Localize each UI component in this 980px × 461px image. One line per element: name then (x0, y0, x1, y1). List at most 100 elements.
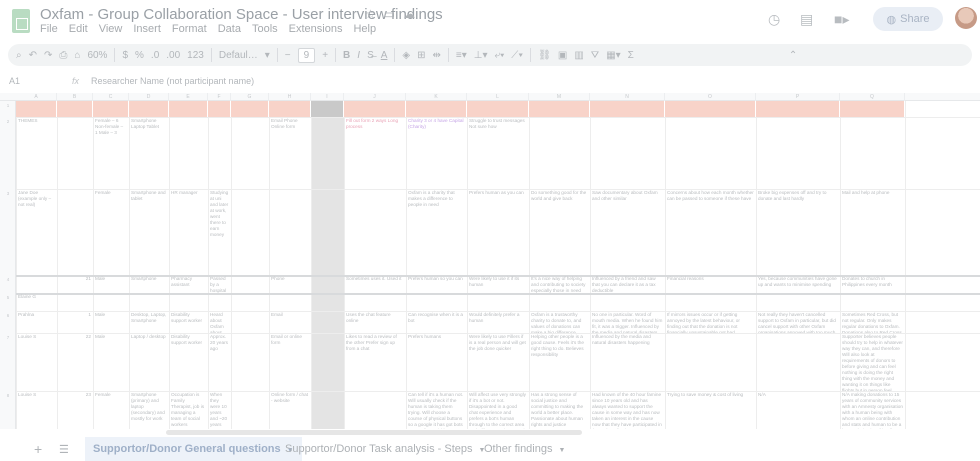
text-color-icon[interactable]: A (381, 50, 388, 61)
table-cell[interactable]: Broke big expenses off and try to donate… (756, 189, 840, 275)
percent-format-button[interactable]: % (135, 50, 144, 61)
decrease-decimals-button[interactable]: .0 (151, 50, 159, 61)
header-cell[interactable] (311, 101, 344, 117)
header-cell[interactable] (231, 101, 269, 117)
undo-icon[interactable]: ↶ (29, 50, 37, 61)
spreadsheet-grid[interactable]: ABCDEFGHIJKLMNOPQ 1 2 THEMES Female – 6 Non… (0, 93, 980, 429)
table-cell[interactable]: Laptop / desktop (129, 333, 169, 391)
table-cell[interactable]: Oxfam is a charity that makes a differen… (406, 189, 467, 275)
header-cell[interactable] (406, 101, 467, 117)
menu-icon[interactable]: ☰ (59, 443, 69, 456)
table-cell[interactable]: Were likely to use it if its human (467, 275, 529, 293)
header-cell[interactable] (590, 101, 665, 117)
column-header[interactable]: B (57, 93, 93, 101)
table-cell[interactable]: N/A (756, 391, 840, 429)
header-cell[interactable] (756, 101, 840, 117)
header-cell[interactable] (208, 101, 231, 117)
table-cell[interactable]: Not really they haven't cancelled suppor… (756, 311, 840, 333)
name-box[interactable]: A1 (9, 76, 20, 86)
paint-format-icon[interactable]: ⌂ (74, 50, 80, 61)
strikethrough-icon[interactable]: S̶ (367, 50, 374, 61)
horizontal-scrollbar[interactable] (166, 430, 582, 435)
font-size-decrease-button[interactable]: − (285, 50, 291, 61)
move-folder-icon[interactable]: ▭ (384, 7, 395, 21)
table-cell[interactable]: Financial reasons (665, 275, 756, 293)
header-cell[interactable] (169, 101, 208, 117)
table-cell[interactable]: Smartphone (129, 275, 169, 293)
menu-file[interactable]: File (40, 23, 58, 35)
formula-input[interactable]: Researcher Name (not participant name) (91, 76, 254, 86)
row-number[interactable]: 4 (0, 277, 16, 282)
column-header[interactable]: Q (840, 93, 905, 101)
star-icon[interactable]: ☆ (365, 7, 376, 21)
table-cell[interactable] (756, 333, 840, 391)
row-number[interactable]: 7 (0, 335, 16, 340)
table-cell[interactable]: If mirrors issues occur or if getting an… (665, 311, 756, 333)
header-cell[interactable] (16, 101, 57, 117)
table-cell[interactable]: Smartphone (primary) and laptop (seconda… (129, 391, 169, 429)
table-cell[interactable]: Do something good for the world and give… (529, 189, 590, 275)
table-cell[interactable]: 23 (57, 391, 93, 429)
table-cell[interactable]: Passed by a hospital and Oxfam (208, 275, 231, 293)
functions-icon[interactable]: Σ (628, 50, 634, 61)
sheets-logo-icon[interactable] (12, 9, 30, 33)
table-cell[interactable]: Smartphone and tablet (129, 189, 169, 275)
table-cell[interactable]: When they were 10 years and ~20 years ag… (208, 391, 231, 429)
table-cell[interactable]: Male (93, 333, 129, 391)
header-cell[interactable] (344, 101, 406, 117)
merge-cells-icon[interactable]: ⇹ (433, 50, 441, 61)
version-history-icon[interactable]: ◷ (768, 11, 780, 28)
table-cell[interactable]: Sometimes Red Cross, but not regular. On… (840, 311, 905, 333)
table-cell[interactable]: Can recognise when it is a bot (406, 311, 467, 333)
table-cell[interactable]: Concerns about how each month whether ca… (665, 189, 756, 275)
column-header[interactable]: G (231, 93, 269, 101)
menu-view[interactable]: View (99, 23, 123, 35)
table-cell[interactable]: Heard about Oxfam about Oxfam (208, 311, 231, 333)
insert-comment-icon[interactable]: ▣ (558, 50, 567, 61)
table-cell[interactable]: Yes, because communities have gone up an… (756, 275, 840, 293)
sheet-tab-task-analysis[interactable]: Supportor/Donor Task analysis - Steps ▼ (277, 437, 493, 461)
table-cell[interactable]: Donates to church in Philippines every m… (840, 275, 905, 293)
collapse-toolbar-icon[interactable]: ⌃ (789, 50, 797, 61)
chevron-down-icon[interactable]: ▾ (265, 50, 270, 61)
plus-icon[interactable]: + (34, 441, 42, 457)
table-cell[interactable]: Can tell if it's a human not. Will usual… (406, 391, 467, 429)
header-cell[interactable] (467, 101, 529, 117)
redo-icon[interactable]: ↷ (44, 50, 52, 61)
menu-insert[interactable]: Insert (133, 23, 161, 35)
table-cell[interactable]: Helping other people is a good cause. Fe… (529, 333, 590, 391)
menu-format[interactable]: Format (172, 23, 207, 35)
row-number[interactable]: 3 (0, 191, 16, 196)
comments-icon[interactable]: ▤ (800, 11, 813, 28)
column-header[interactable]: P (756, 93, 840, 101)
table-cell[interactable]: Email (269, 311, 311, 333)
table-cell[interactable]: Louise S (16, 391, 57, 429)
header-cell[interactable] (129, 101, 169, 117)
column-header[interactable]: I (311, 93, 344, 101)
menu-edit[interactable]: Edit (69, 23, 88, 35)
table-cell[interactable]: Oxfam is a trustworthy charity to donate… (529, 311, 590, 333)
menu-data[interactable]: Data (218, 23, 241, 35)
font-size-input[interactable]: 9 (297, 47, 316, 63)
column-header[interactable]: C (93, 93, 129, 101)
print-icon[interactable]: ⎙ (59, 50, 67, 61)
column-header[interactable]: H (269, 93, 311, 101)
table-cell[interactable]: Charity 3 or 4 have Capital (Charity) (406, 117, 467, 189)
table-cell[interactable]: It's a nice way of helping and contribut… (529, 275, 590, 293)
table-cell[interactable]: Louise S (16, 333, 57, 391)
table-cell[interactable]: Pharmacy assistant (169, 275, 208, 293)
insert-chart-icon[interactable]: ▥ (574, 50, 583, 61)
column-header[interactable]: E (169, 93, 208, 101)
horizontal-align-icon[interactable]: ≡▾ (456, 50, 467, 61)
table-cell[interactable]: Occupation is Family Therapist, job is m… (169, 391, 208, 429)
table-cell[interactable]: Had known of the 40 hour famine since 10… (590, 391, 665, 429)
table-cell[interactable]: Struggle to trust messages Not sure how (467, 117, 529, 189)
header-cell[interactable] (529, 101, 590, 117)
table-cell[interactable]: Has a strong sense of social justice and… (529, 391, 590, 429)
column-header[interactable]: A (16, 93, 57, 101)
table-cell[interactable]: Saw documentary about Oxfam and other si… (590, 189, 665, 275)
column-header[interactable]: L (467, 93, 529, 101)
column-header[interactable]: K (406, 93, 467, 101)
table-cell[interactable]: Would definitely prefer a human (467, 311, 529, 333)
search-menus-icon[interactable]: ⌕ (16, 50, 22, 61)
